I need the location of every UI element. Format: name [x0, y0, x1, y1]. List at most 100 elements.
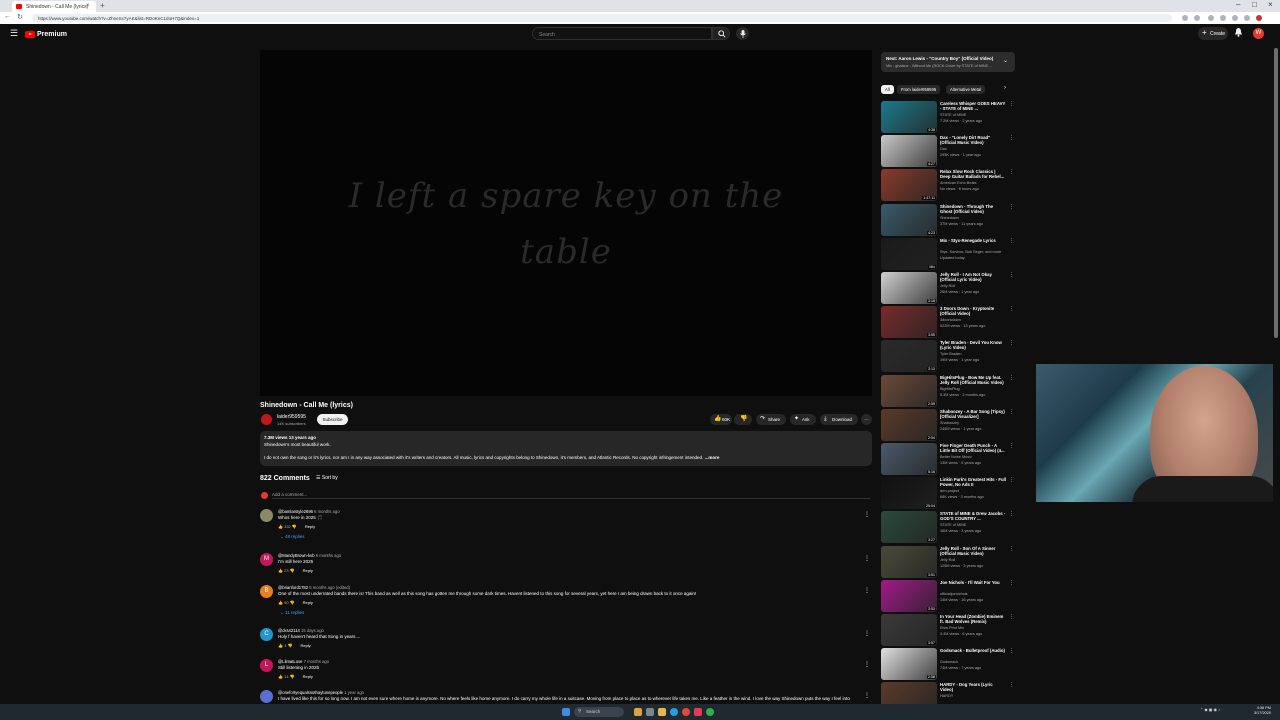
sort-comments-button[interactable]: ☰ Sort by	[316, 475, 338, 481]
recommended-video-title[interactable]: Shinedown - Through The Ghost (Official …	[940, 204, 1006, 214]
browser-menu-icon[interactable]	[1256, 15, 1262, 21]
reply-button[interactable]: Reply	[303, 600, 313, 605]
taskbar-search[interactable]: ⚲ Search	[574, 707, 624, 717]
video-thumbnail[interactable]: 3:55	[881, 306, 937, 338]
more-actions-icon[interactable]: ⋯	[861, 414, 872, 425]
account-avatar[interactable]: W	[1253, 28, 1264, 39]
video-menu-icon[interactable]: ⋮	[1009, 272, 1014, 278]
recommended-video[interactable]: 4:23 Shinedown - Through The Ghost (Offic…	[881, 204, 1015, 236]
video-thumbnail[interactable]: 2:54	[881, 409, 937, 441]
recommended-video[interactable]: 2:58 Godsmack - Bulletproof (Audio) Godsma…	[881, 648, 1015, 680]
recommended-video-channel[interactable]: Jelly Roll	[940, 558, 955, 562]
recommended-video-channel[interactable]: 3doorsdown	[940, 318, 961, 322]
video-thumbnail[interactable]: Mix	[881, 238, 937, 270]
reply-button[interactable]: Reply	[303, 674, 313, 679]
commenter-avatar[interactable]: B	[260, 585, 273, 598]
profile-icon[interactable]	[1244, 15, 1250, 21]
video-thumbnail[interactable]: 3:27	[881, 511, 937, 543]
subscribe-button[interactable]: Subscribe	[317, 414, 348, 425]
share-button[interactable]: ↷ Share	[756, 414, 786, 425]
video-thumbnail[interactable]: 25:04	[881, 477, 937, 509]
create-button[interactable]: + Create	[1198, 27, 1228, 40]
recommended-video-title[interactable]: Relax Slow Rock Classics | Deep Guitar B…	[940, 169, 1006, 179]
recommended-video-title[interactable]: In Your Head (Zombie) Eminem ft. Bad Wol…	[940, 614, 1006, 624]
channel-avatar[interactable]	[261, 414, 272, 425]
recommended-video[interactable]: 3:57 In Your Head (Zombie) Eminem ft. Bad…	[881, 614, 1015, 646]
search-input[interactable]: Search	[532, 27, 712, 40]
up-next-panel[interactable]: Next: Aaron Lewis - "Country Boy" (Offic…	[881, 52, 1015, 72]
thumbs-down-icon[interactable]: 👎	[290, 600, 295, 605]
recommended-video-title[interactable]: 3 Doors Down - Kryptonite (Official Vide…	[940, 306, 1006, 316]
recommended-video-title[interactable]: Five Finger Death Punch - A Little Bit O…	[940, 443, 1006, 453]
recommended-video-channel[interactable]: American Echo Beats	[940, 181, 977, 185]
comment-author[interactable]: @onefortyequalsnothaytunepeople	[278, 690, 343, 695]
reply-button[interactable]: Reply	[305, 524, 315, 529]
comment-author[interactable]: @LilmatLove	[278, 659, 303, 664]
recommended-video-title[interactable]: Tyler Braden - Devil You Know (Lyric Vid…	[940, 340, 1006, 350]
video-menu-icon[interactable]: ⋮	[1009, 648, 1014, 654]
comment-menu-icon[interactable]: ⋮	[864, 555, 870, 562]
recommended-video[interactable]: 4:38 Careless Whisper GOES HEAVY - STATE …	[881, 101, 1015, 133]
recommended-video-channel[interactable]: officialjoenichols	[940, 592, 968, 596]
recommended-video[interactable]: 2:54 Shaboozey - A Bar Song (Tipsy) [Offi…	[881, 409, 1015, 441]
recommended-video-channel[interactable]: Elvis Print Mix	[940, 626, 964, 630]
thumbs-down-icon[interactable]: 👎	[290, 568, 295, 573]
recommended-video[interactable]: Mix Mix - Styx-Renegade Lyrics Styx, Survi…	[881, 238, 1015, 270]
comment-menu-icon[interactable]: ⋮	[864, 661, 870, 668]
recommended-video-title[interactable]: Godsmack - Bulletproof (Audio)	[940, 648, 1006, 653]
chevron-right-icon[interactable]: ›	[1004, 85, 1006, 91]
filter-chip-genre[interactable]: Alternative Metal	[946, 85, 986, 94]
video-menu-icon[interactable]: ⋮	[1009, 443, 1014, 449]
video-thumbnail[interactable]: 3:18	[881, 272, 937, 304]
video-menu-icon[interactable]: ⋮	[1009, 682, 1014, 688]
recommended-video[interactable]: 3:18 Jelly Roll - I Am Not Okay (Official…	[881, 272, 1015, 304]
edge-browser-icon[interactable]	[670, 708, 678, 716]
notifications-bell-icon[interactable]	[1234, 27, 1243, 37]
view-replies-button[interactable]: ⌄ 11 replies	[280, 610, 304, 616]
recommended-video-channel[interactable]: Jelly Roll	[940, 284, 955, 288]
comment-menu-icon[interactable]: ⋮	[864, 587, 870, 594]
video-thumbnail[interactable]: 2:58	[881, 648, 937, 680]
taskbar-app-icon[interactable]	[706, 708, 714, 716]
thumbs-down-icon[interactable]: 👎	[290, 674, 295, 679]
scrollbar-thumb[interactable]	[1274, 48, 1278, 338]
thumbs-up-icon[interactable]: 👍	[278, 600, 283, 605]
filter-chip-all[interactable]: All	[881, 85, 894, 94]
youtube-logo[interactable]: Premium	[25, 29, 67, 39]
recommended-video-title[interactable]: Mix - Styx-Renegade Lyrics	[940, 238, 1006, 243]
video-menu-icon[interactable]: ⋮	[1009, 204, 1014, 210]
recommended-video-channel[interactable]: BigHitsPlug	[940, 387, 960, 391]
video-thumbnail[interactable]: 4:23	[881, 204, 937, 236]
video-menu-icon[interactable]: ⋮	[1009, 546, 1014, 552]
comment-author[interactable]: @brianford1782	[278, 585, 308, 590]
comment-author[interactable]: @cks42114	[278, 628, 300, 633]
thumbs-up-icon[interactable]: 👍	[278, 568, 283, 573]
recommended-video[interactable]: 5:16 Five Finger Death Punch - A Little B…	[881, 443, 1015, 475]
recommended-video[interactable]: 4:27 Dax - "Lonely Dirt Road" (Official M…	[881, 135, 1015, 167]
video-menu-icon[interactable]: ⋮	[1009, 101, 1014, 107]
recommended-video[interactable]: 3:53 Joe Nichols - I'll Wait For You offic…	[881, 580, 1015, 612]
video-player[interactable]: I left a spare key on the table	[260, 50, 872, 396]
like-button[interactable]: 👍 60K	[710, 414, 732, 425]
recommended-video-title[interactable]: STATE of MINE & Drew Jacobs - GOD'S COUN…	[940, 511, 1006, 521]
recommended-video-channel[interactable]: Better Noise Music	[940, 455, 972, 459]
commenter-avatar[interactable]: M	[260, 553, 273, 566]
recommended-video[interactable]: 25:04 Linkin Park's Greatest Hits - Full …	[881, 477, 1015, 509]
recommended-video[interactable]: 2:59 BigHitsPlug - Bow Me Up feat. Jelly …	[881, 375, 1015, 407]
commenter-avatar[interactable]	[260, 509, 273, 522]
add-comment-input[interactable]: Add a comment...	[272, 492, 870, 499]
recommended-video-channel[interactable]: Godsmack	[940, 660, 958, 664]
video-thumbnail[interactable]: 3:51	[881, 546, 937, 578]
recommended-video[interactable]: 3:51 Jelly Roll - Son Of A Sinner (Offici…	[881, 546, 1015, 578]
bookmark-icon[interactable]	[1182, 15, 1188, 21]
extension-icon[interactable]	[1208, 15, 1214, 21]
reply-button[interactable]: Reply	[300, 643, 310, 648]
recommended-video-title[interactable]: HARDY - Dog Years (Lyric Video)	[940, 682, 1006, 692]
back-icon[interactable]: ←	[4, 13, 11, 20]
recommended-video[interactable]: 3:55 3 Doors Down - Kryptonite (Official …	[881, 306, 1015, 338]
description-box[interactable]: 7.3M views 13 years ago Shinedown's most…	[260, 431, 872, 466]
taskbar-app-icon[interactable]	[682, 708, 690, 716]
taskbar-clock[interactable]: 4:36 PM 3/17/2025	[1254, 706, 1271, 716]
thumbs-up-icon[interactable]: 👍	[278, 643, 283, 648]
recommended-video-channel[interactable]: HARDY	[940, 694, 953, 698]
